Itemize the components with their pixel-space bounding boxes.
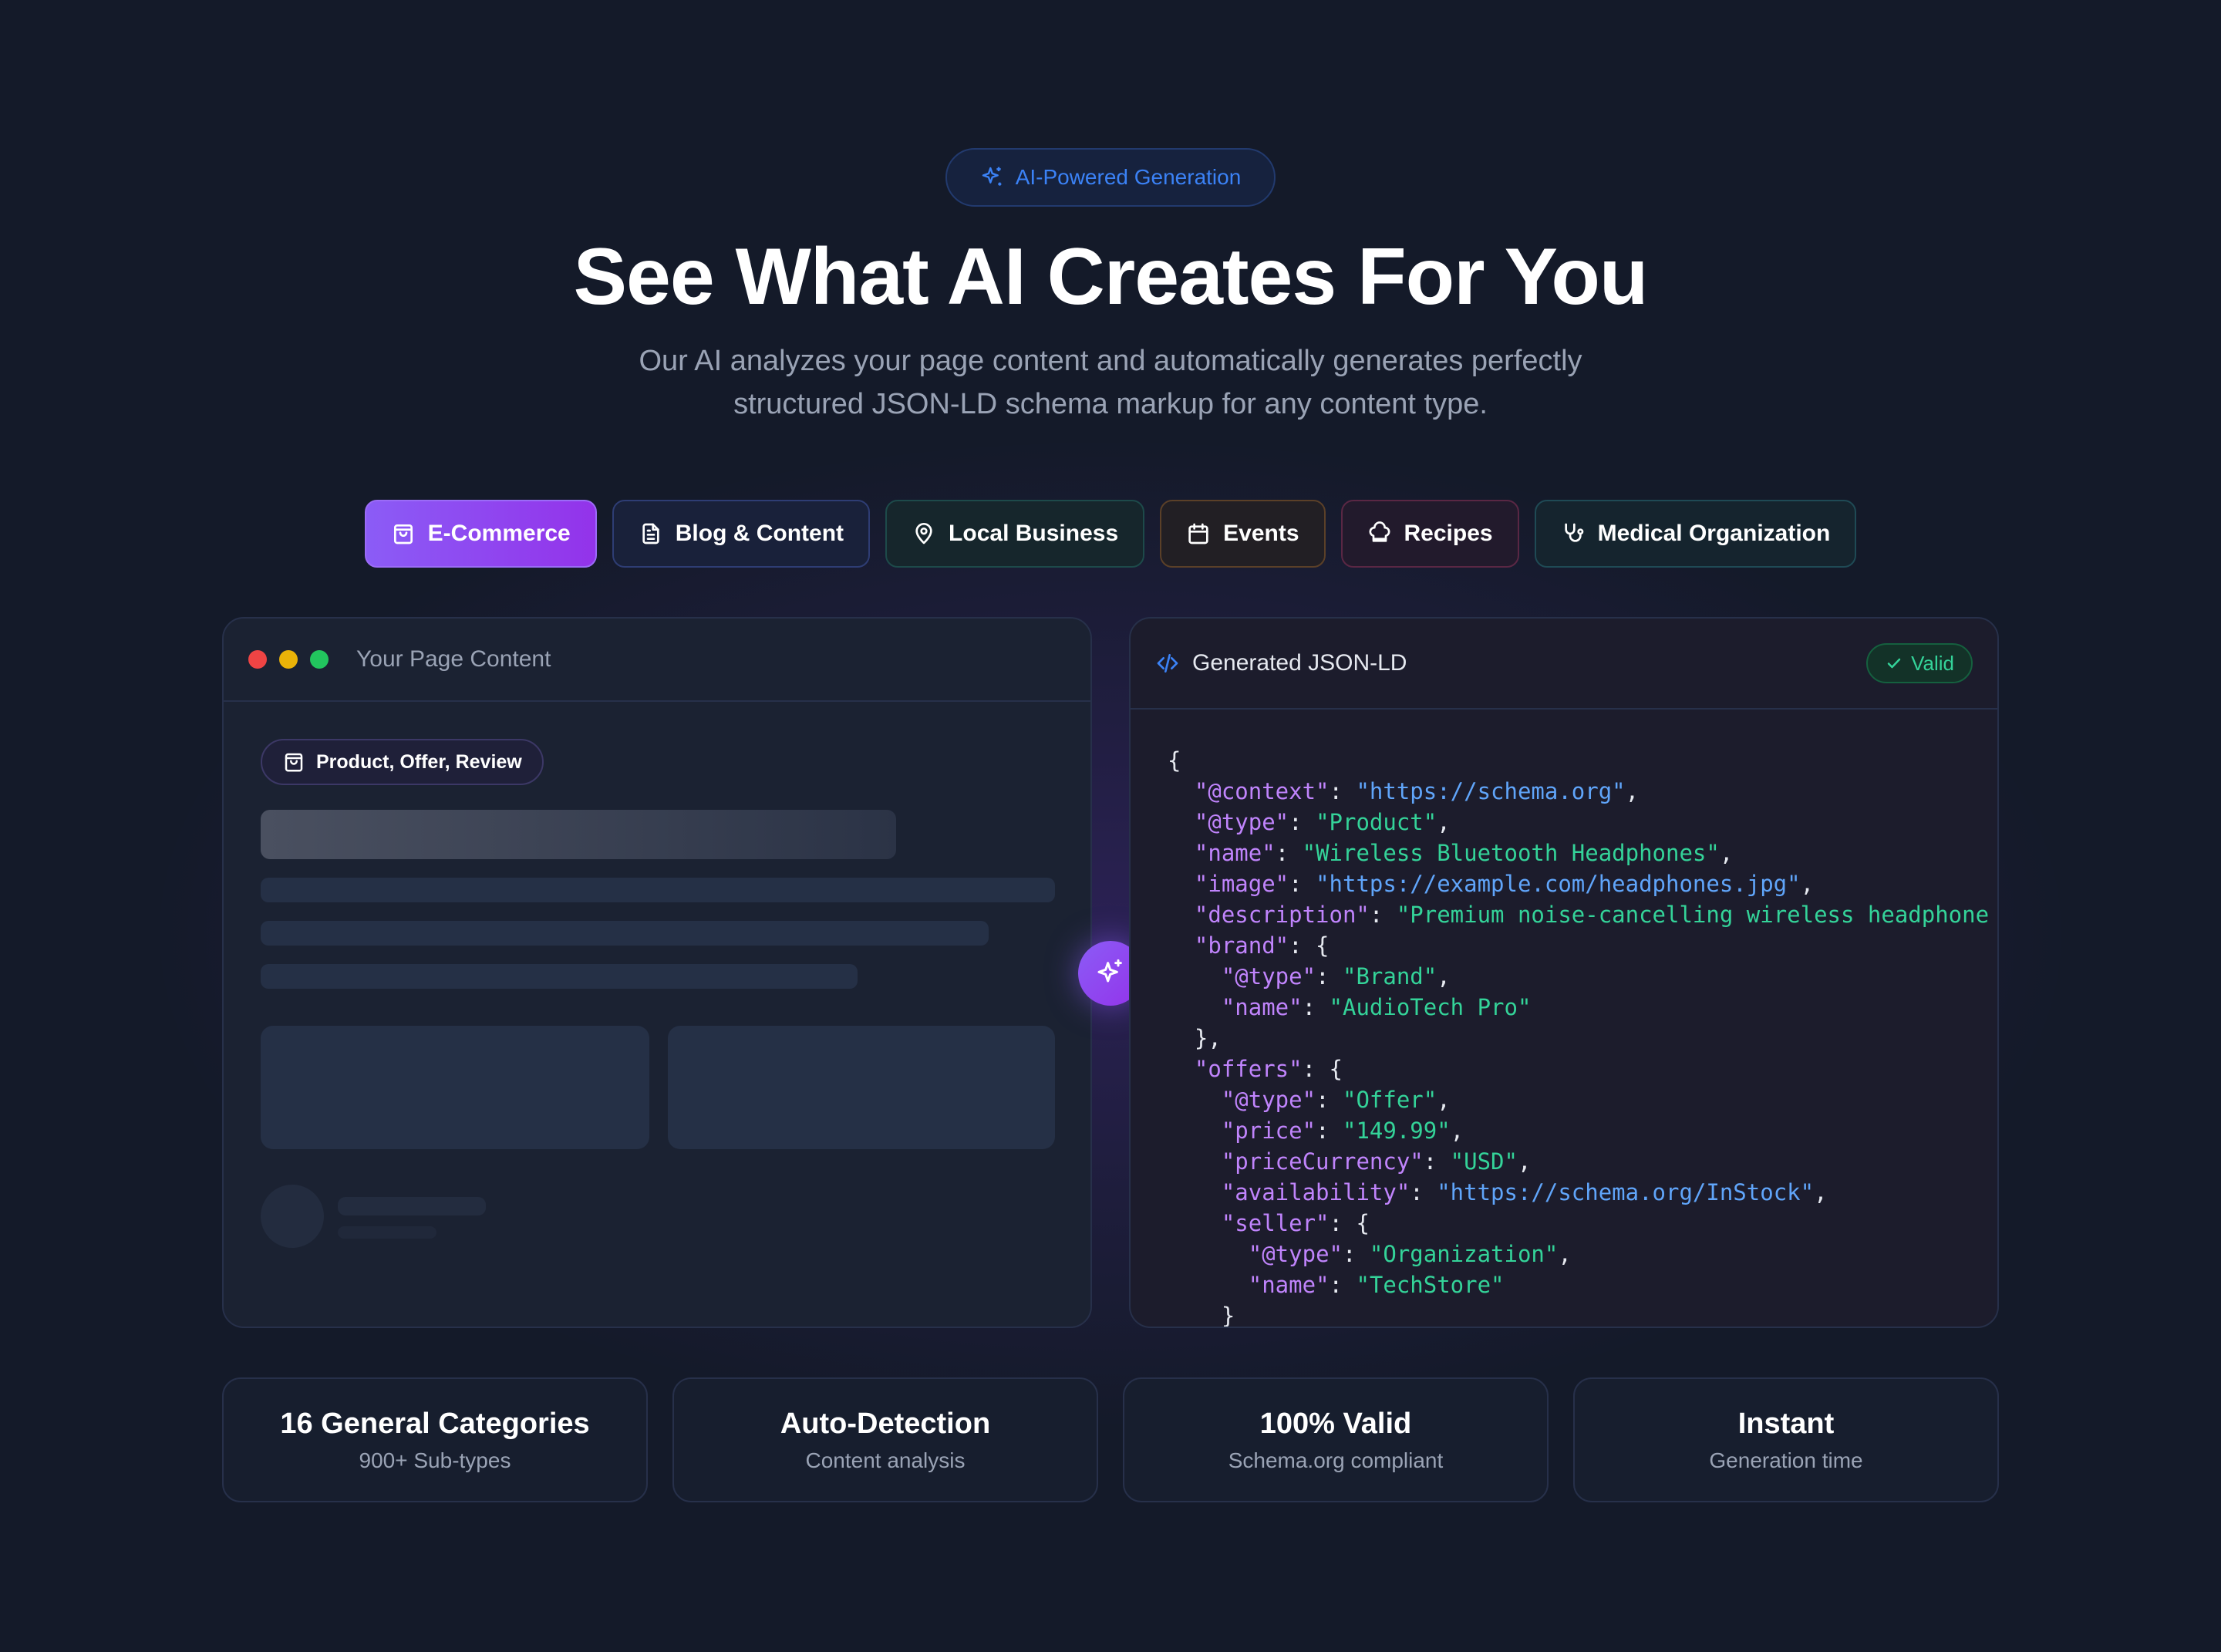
skeleton-line — [338, 1197, 486, 1215]
tab-local-business[interactable]: Local Business — [885, 500, 1145, 568]
code-line: { — [1168, 747, 1181, 774]
code-line: "availability": "https://schema.org/InSt… — [1221, 1179, 1828, 1205]
skeleton-line — [261, 964, 858, 989]
skeleton-avatar — [261, 1185, 324, 1248]
subtitle-line-2: structured JSON-LD schema markup for any… — [733, 388, 1488, 420]
ai-powered-badge: AI-Powered Generation — [945, 148, 1276, 207]
stat-card: 100% Valid Schema.org compliant — [1123, 1377, 1549, 1502]
window-dot-yellow — [279, 650, 298, 669]
code-line: "image": "https://example.com/headphones… — [1194, 871, 1815, 897]
tab-label: E-Commerce — [427, 521, 571, 546]
skeleton-line — [261, 878, 1055, 902]
skeleton-title — [261, 810, 896, 859]
stats-row: 16 General Categories 900+ Sub-types Aut… — [222, 1377, 1999, 1502]
stat-card: Auto-Detection Content analysis — [672, 1377, 1098, 1502]
panel-title: Your Page Content — [356, 646, 551, 672]
panel-header: Generated JSON-LD Valid — [1131, 619, 1997, 710]
stat-card: 16 General Categories 900+ Sub-types — [222, 1377, 648, 1502]
check-icon — [1887, 658, 1901, 669]
sparkles-icon — [982, 167, 1002, 186]
code-line: "@type": "Brand", — [1221, 963, 1451, 990]
document-icon — [642, 523, 659, 544]
stat-label: Content analysis — [805, 1448, 966, 1472]
code-line: "price": "149.99", — [1221, 1118, 1464, 1144]
skeleton-line — [261, 921, 989, 946]
skeleton-block — [261, 1026, 649, 1149]
json-ld-panel: Generated JSON-LD Valid { "@context": "h… — [1129, 617, 1999, 1328]
page-subtitle: Our AI analyzes your page content and au… — [571, 339, 1650, 426]
tab-e-commerce[interactable]: E-Commerce — [364, 500, 597, 568]
tab-medical-organization[interactable]: Medical Organization — [1534, 500, 1857, 568]
stat-value: 100% Valid — [1259, 1407, 1412, 1440]
tab-label: Blog & Content — [675, 521, 844, 546]
code-line: "@type": "Offer", — [1221, 1087, 1451, 1113]
chef-hat-icon — [1369, 521, 1390, 542]
code-line: "description": "Premium noise-cancelling… — [1194, 902, 1990, 928]
tab-label: Events — [1223, 521, 1299, 546]
stat-value: Instant — [1737, 1407, 1835, 1440]
sparkles-icon — [1097, 959, 1122, 983]
stat-label: Generation time — [1709, 1448, 1863, 1472]
code-line: "name": "Wireless Bluetooth Headphones", — [1194, 840, 1734, 866]
window-dot-red — [248, 650, 267, 669]
code-line: "name": "TechStore" — [1248, 1272, 1505, 1298]
valid-status-badge: Valid — [1866, 643, 1973, 683]
stat-value: 16 General Categories — [280, 1407, 590, 1440]
tab-label: Recipes — [1404, 521, 1493, 546]
tab-events[interactable]: Events — [1160, 500, 1326, 568]
tab-blog-content[interactable]: Blog & Content — [612, 500, 871, 568]
tab-label: Medical Organization — [1597, 521, 1831, 546]
shopping-bag-icon — [393, 524, 413, 544]
stat-label: 900+ Sub-types — [359, 1448, 511, 1472]
code-line: "seller": { — [1221, 1210, 1370, 1236]
page-content-panel: Your Page Content Product, Offer, Review — [222, 617, 1092, 1328]
code-line: "name": "AudioTech Pro" — [1221, 994, 1532, 1020]
json-ld-code: { "@context": "https://schema.org", "@ty… — [1168, 745, 1997, 1328]
subtitle-line-1: Our AI analyzes your page content and au… — [639, 345, 1582, 377]
badge-label: AI-Powered Generation — [1015, 165, 1242, 189]
chip-label: Product, Offer, Review — [316, 750, 522, 773]
stat-label: Schema.org compliant — [1228, 1448, 1444, 1472]
category-tabs: E-Commerce Blog & Content Local Business… — [0, 500, 2221, 568]
stat-card: Instant Generation time — [1573, 1377, 1999, 1502]
stat-value: Auto-Detection — [780, 1407, 991, 1440]
page-title: See What AI Creates For You — [573, 232, 1649, 322]
code-line: } — [1168, 1303, 1235, 1328]
skeleton-line — [338, 1226, 436, 1239]
code-icon — [1157, 654, 1178, 673]
shopping-bag-icon — [285, 753, 303, 772]
code-line: "priceCurrency": "USD", — [1221, 1148, 1532, 1175]
stethoscope-icon — [1564, 523, 1583, 542]
panel-header: Your Page Content — [224, 619, 1090, 702]
detected-types-chip: Product, Offer, Review — [261, 739, 544, 785]
calendar-icon — [1188, 523, 1208, 544]
map-pin-icon — [915, 523, 932, 544]
code-line: }, — [1168, 1025, 1222, 1051]
window-dot-green — [310, 650, 329, 669]
panel-title: Generated JSON-LD — [1192, 650, 1407, 676]
code-line: "@type": "Product", — [1194, 809, 1451, 835]
code-line: "offers": { — [1194, 1056, 1343, 1082]
code-line: "brand": { — [1194, 932, 1330, 959]
tab-label: Local Business — [949, 521, 1119, 546]
tab-recipes[interactable]: Recipes — [1340, 500, 1519, 568]
code-line: "@context": "https://schema.org", — [1194, 778, 1640, 804]
valid-status-label: Valid — [1911, 651, 1954, 675]
code-line: "@type": "Organization", — [1248, 1241, 1572, 1267]
skeleton-block — [668, 1026, 1055, 1149]
